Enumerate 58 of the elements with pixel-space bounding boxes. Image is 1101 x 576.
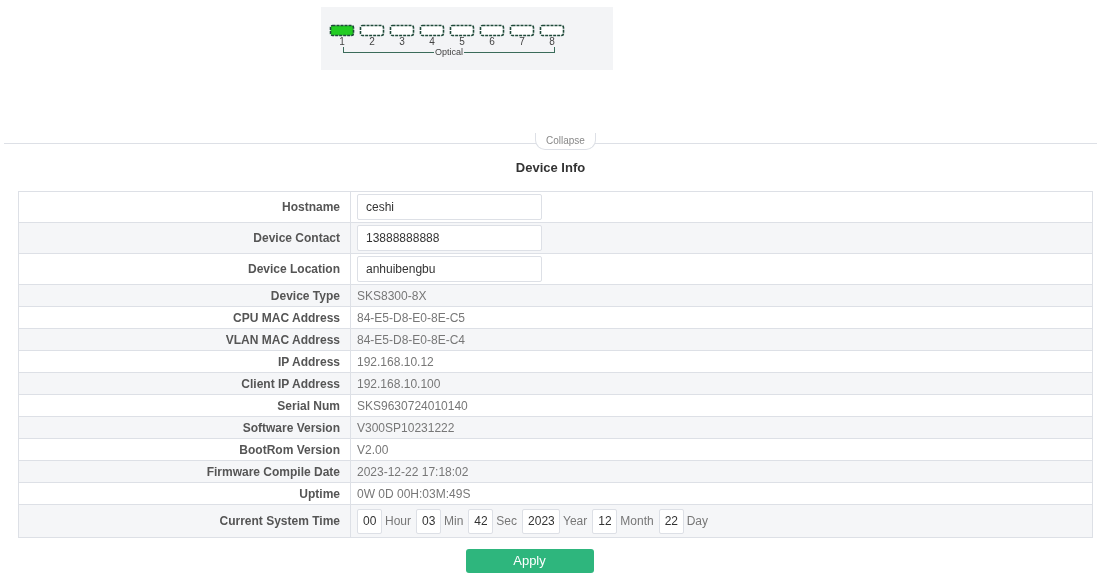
- field-label: IP Address: [277, 354, 340, 369]
- port-number: 7: [519, 37, 525, 47]
- unit-label: Min: [444, 513, 464, 530]
- field-value: 0W 0D 00H:03M:49S: [357, 486, 471, 501]
- port-number: 4: [429, 37, 435, 47]
- field-label: CPU MAC Address: [233, 310, 340, 325]
- port-number: 6: [489, 37, 495, 47]
- port-number: 1: [339, 37, 345, 47]
- field-label: Uptime: [299, 486, 340, 501]
- port-number: 8: [549, 37, 555, 47]
- field-value: 2023-12-22 17:18:02: [357, 464, 469, 479]
- field-value: 84-E5-D8-E0-8E-C4: [357, 332, 466, 347]
- field-value: 192.168.10.12: [357, 354, 434, 369]
- field-label: Device Type: [270, 288, 340, 303]
- unit-label: Year: [563, 513, 588, 530]
- port-icon[interactable]: [449, 24, 475, 37]
- port-number: 2: [369, 37, 375, 47]
- field-value: 84-E5-D8-E0-8E-C5: [357, 310, 466, 325]
- field-value: V300SP10231222: [357, 420, 455, 435]
- time-field[interactable]: 12: [592, 508, 618, 534]
- field-value: SKS8300-8X: [357, 288, 427, 303]
- field-label: Current System Time: [219, 514, 340, 528]
- field-label: Hostname: [282, 200, 340, 214]
- field-value: SKS9630724010140: [357, 398, 468, 413]
- text-field[interactable]: ceshi: [357, 194, 542, 220]
- port-icon[interactable]: [419, 24, 445, 37]
- port-number: 3: [399, 37, 405, 47]
- port-icon[interactable]: [359, 24, 385, 37]
- time-field[interactable]: 42: [468, 508, 494, 534]
- text-field[interactable]: 13888888888: [357, 225, 542, 251]
- unit-label: Hour: [385, 513, 411, 530]
- port-group-label: Optical: [434, 47, 464, 58]
- port-icon[interactable]: [509, 24, 535, 37]
- unit-label: Month: [620, 513, 654, 530]
- field-label: BootRom Version: [239, 442, 340, 457]
- field-label: Device Contact: [253, 231, 340, 245]
- field-label: Device Location: [247, 262, 340, 276]
- port-icon[interactable]: [479, 24, 505, 37]
- port-icon[interactable]: [329, 24, 355, 37]
- field-label: Client IP Address: [241, 376, 340, 391]
- time-field[interactable]: 00: [357, 508, 382, 534]
- field-label: Firmware Compile Date: [206, 464, 340, 479]
- text-field[interactable]: anhuibengbu: [357, 256, 542, 282]
- field-label: VLAN MAC Address: [225, 332, 340, 347]
- field-value: 192.168.10.100: [357, 376, 441, 391]
- port-icon[interactable]: [389, 24, 415, 37]
- port-number: 5: [459, 37, 465, 47]
- unit-label: Sec: [496, 513, 518, 530]
- time-field[interactable]: 22: [658, 508, 684, 534]
- unit-label: Day: [686, 513, 708, 530]
- collapse-button[interactable]: Collapse: [535, 133, 596, 150]
- port-icon[interactable]: [539, 24, 565, 37]
- field-label: Software Version: [242, 420, 340, 435]
- section-title: Device Info: [515, 160, 586, 175]
- field-label: Serial Num: [277, 398, 340, 413]
- time-field[interactable]: 2023: [522, 508, 561, 534]
- field-value: V2.00: [357, 442, 389, 457]
- time-field[interactable]: 03: [416, 508, 441, 534]
